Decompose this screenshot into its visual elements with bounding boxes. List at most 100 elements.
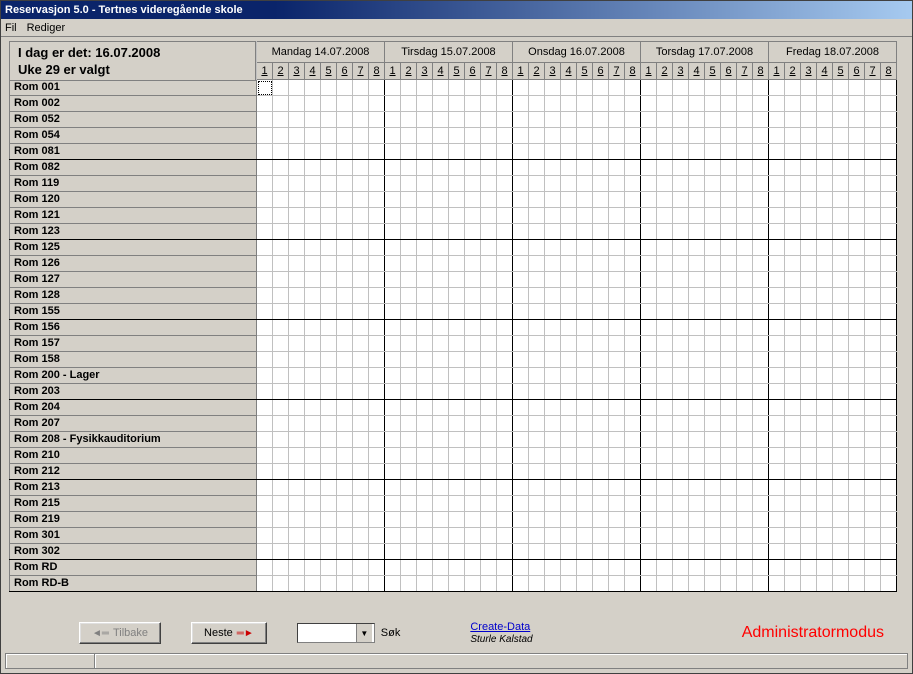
period-header[interactable]: 2 xyxy=(401,63,417,80)
grid-cell[interactable] xyxy=(609,224,625,240)
grid-cell[interactable] xyxy=(449,80,465,96)
grid-cell[interactable] xyxy=(657,272,673,288)
grid-cell[interactable] xyxy=(465,224,481,240)
next-button[interactable]: Neste ═► xyxy=(191,622,267,644)
grid-cell[interactable] xyxy=(385,256,401,272)
grid-cell[interactable] xyxy=(417,336,433,352)
grid-cell[interactable] xyxy=(609,480,625,496)
grid-cell[interactable] xyxy=(401,368,417,384)
grid-cell[interactable] xyxy=(545,112,561,128)
grid-cell[interactable] xyxy=(321,288,337,304)
grid-cell[interactable] xyxy=(257,112,273,128)
grid-cell[interactable] xyxy=(353,368,369,384)
grid-cell[interactable] xyxy=(769,576,785,592)
grid-cell[interactable] xyxy=(625,480,641,496)
grid-cell[interactable] xyxy=(769,112,785,128)
grid-cell[interactable] xyxy=(657,128,673,144)
grid-cell[interactable] xyxy=(737,416,753,432)
grid-cell[interactable] xyxy=(833,560,849,576)
grid-cell[interactable] xyxy=(737,480,753,496)
grid-cell[interactable] xyxy=(417,432,433,448)
grid-cell[interactable] xyxy=(673,256,689,272)
room-header[interactable]: Rom 119 xyxy=(10,176,257,192)
period-header[interactable]: 6 xyxy=(721,63,737,80)
grid-cell[interactable] xyxy=(465,208,481,224)
grid-cell[interactable] xyxy=(337,384,353,400)
grid-cell[interactable] xyxy=(801,576,817,592)
grid-cell[interactable] xyxy=(545,480,561,496)
grid-cell[interactable] xyxy=(705,80,721,96)
grid-cell[interactable] xyxy=(769,368,785,384)
grid-cell[interactable] xyxy=(289,416,305,432)
grid-cell[interactable] xyxy=(817,224,833,240)
grid-cell[interactable] xyxy=(561,144,577,160)
grid-cell[interactable] xyxy=(609,144,625,160)
grid-cell[interactable] xyxy=(769,560,785,576)
grid-cell[interactable] xyxy=(657,432,673,448)
grid-cell[interactable] xyxy=(785,336,801,352)
grid-cell[interactable] xyxy=(865,512,881,528)
grid-cell[interactable] xyxy=(817,544,833,560)
grid-cell[interactable] xyxy=(369,528,385,544)
grid-cell[interactable] xyxy=(401,432,417,448)
period-header[interactable]: 4 xyxy=(561,63,577,80)
grid-cell[interactable] xyxy=(657,224,673,240)
grid-cell[interactable] xyxy=(641,240,657,256)
grid-cell[interactable] xyxy=(753,480,769,496)
grid-cell[interactable] xyxy=(785,144,801,160)
grid-cell[interactable] xyxy=(353,496,369,512)
grid-cell[interactable] xyxy=(881,480,897,496)
grid-cell[interactable] xyxy=(353,320,369,336)
grid-cell[interactable] xyxy=(881,192,897,208)
grid-cell[interactable] xyxy=(497,528,513,544)
search-combo[interactable]: ▼ xyxy=(297,623,375,643)
grid-cell[interactable] xyxy=(545,352,561,368)
grid-cell[interactable] xyxy=(385,416,401,432)
grid-cell[interactable] xyxy=(353,528,369,544)
grid-cell[interactable] xyxy=(465,448,481,464)
grid-cell[interactable] xyxy=(433,464,449,480)
grid-cell[interactable] xyxy=(721,448,737,464)
grid-cell[interactable] xyxy=(529,80,545,96)
grid-cell[interactable] xyxy=(881,336,897,352)
grid-cell[interactable] xyxy=(737,112,753,128)
grid-cell[interactable] xyxy=(849,288,865,304)
grid-cell[interactable] xyxy=(881,352,897,368)
room-header[interactable]: Rom 302 xyxy=(10,544,257,560)
grid-cell[interactable] xyxy=(385,496,401,512)
grid-cell[interactable] xyxy=(257,80,273,96)
day-header[interactable]: Tirsdag 15.07.2008 xyxy=(385,42,513,63)
grid-cell[interactable] xyxy=(865,560,881,576)
grid-cell[interactable] xyxy=(321,224,337,240)
grid-cell[interactable] xyxy=(881,528,897,544)
grid-cell[interactable] xyxy=(353,112,369,128)
grid-cell[interactable] xyxy=(737,128,753,144)
grid-cell[interactable] xyxy=(545,208,561,224)
grid-cell[interactable] xyxy=(817,256,833,272)
grid-cell[interactable] xyxy=(865,80,881,96)
grid-cell[interactable] xyxy=(753,96,769,112)
grid-cell[interactable] xyxy=(481,192,497,208)
grid-cell[interactable] xyxy=(657,96,673,112)
grid-cell[interactable] xyxy=(801,192,817,208)
grid-cell[interactable] xyxy=(385,80,401,96)
grid-cell[interactable] xyxy=(433,480,449,496)
grid-cell[interactable] xyxy=(481,288,497,304)
grid-cell[interactable] xyxy=(337,272,353,288)
grid-cell[interactable] xyxy=(577,528,593,544)
grid-cell[interactable] xyxy=(529,112,545,128)
grid-cell[interactable] xyxy=(705,192,721,208)
grid-cell[interactable] xyxy=(337,144,353,160)
grid-cell[interactable] xyxy=(865,240,881,256)
grid-cell[interactable] xyxy=(513,288,529,304)
grid-cell[interactable] xyxy=(305,560,321,576)
grid-cell[interactable] xyxy=(705,112,721,128)
grid-cell[interactable] xyxy=(321,304,337,320)
grid-cell[interactable] xyxy=(593,192,609,208)
grid-cell[interactable] xyxy=(817,480,833,496)
grid-cell[interactable] xyxy=(321,144,337,160)
grid-cell[interactable] xyxy=(401,480,417,496)
grid-cell[interactable] xyxy=(801,208,817,224)
grid-cell[interactable] xyxy=(625,496,641,512)
grid-cell[interactable] xyxy=(641,160,657,176)
